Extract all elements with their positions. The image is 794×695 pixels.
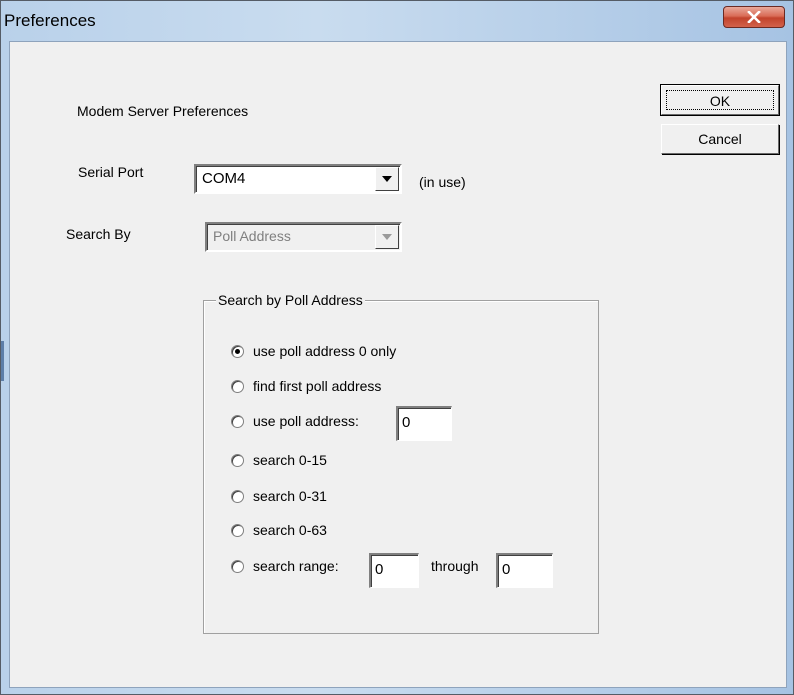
poll-address-input[interactable]: 0	[396, 406, 452, 441]
option-label: use poll address:	[253, 413, 359, 429]
search-by-select[interactable]: Poll Address	[205, 222, 402, 252]
radio-button[interactable]	[231, 524, 244, 537]
window-title: Preferences	[4, 11, 96, 30]
radio-button[interactable]	[231, 345, 244, 358]
through-label: through	[431, 558, 479, 574]
option-label: search range:	[253, 558, 339, 574]
range-from-input[interactable]: 0	[369, 553, 419, 588]
ok-button[interactable]: OK	[660, 84, 780, 116]
option-label: search 0-31	[253, 488, 327, 504]
preferences-window: Preferences Modem Server Preferences OK …	[0, 0, 794, 695]
close-x-icon	[747, 11, 761, 23]
serial-port-select[interactable]: COM4	[194, 164, 402, 194]
title-bar[interactable]: Preferences	[1, 1, 793, 41]
serial-port-label: Serial Port	[78, 164, 144, 180]
search-by-dropdown-button[interactable]	[375, 225, 399, 249]
radio-button[interactable]	[231, 380, 244, 393]
option-label: use poll address 0 only	[253, 343, 397, 359]
radio-button[interactable]	[231, 490, 244, 503]
serial-port-status: (in use)	[419, 174, 466, 190]
radio-button[interactable]	[231, 415, 244, 428]
poll-address-group-title: Search by Poll Address	[216, 292, 365, 308]
chevron-down-icon	[382, 176, 392, 182]
cancel-button[interactable]: Cancel	[661, 124, 779, 154]
dialog-body: Modem Server Preferences OK Cancel Seria…	[9, 41, 787, 688]
option-label: search 0-63	[253, 522, 327, 538]
option-label: find first poll address	[253, 378, 382, 394]
window-edge-accent	[1, 341, 4, 381]
option-label: search 0-15	[253, 452, 327, 468]
radio-button[interactable]	[231, 560, 244, 573]
chevron-down-icon	[382, 234, 392, 240]
range-to-input[interactable]: 0	[496, 553, 553, 588]
radio-button[interactable]	[231, 454, 244, 467]
search-by-value: Poll Address	[213, 228, 291, 244]
search-by-label: Search By	[66, 226, 131, 242]
ok-button-label: OK	[666, 90, 774, 110]
serial-port-dropdown-button[interactable]	[375, 167, 399, 191]
dialog-heading: Modem Server Preferences	[77, 103, 249, 119]
close-button[interactable]	[723, 6, 785, 28]
serial-port-value: COM4	[202, 170, 246, 187]
